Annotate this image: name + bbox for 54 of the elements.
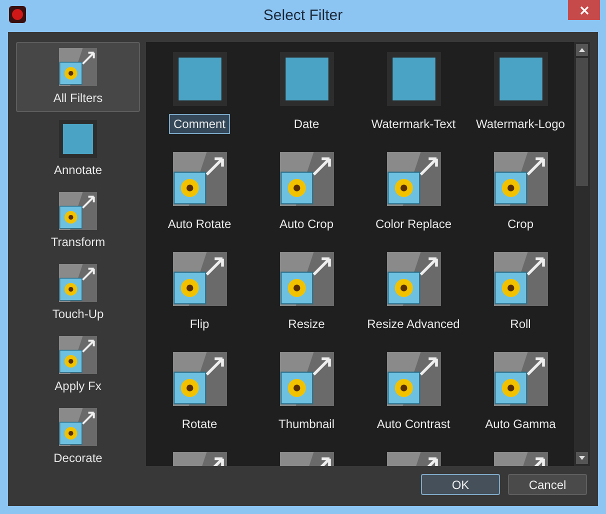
- tile-icon: [172, 52, 226, 106]
- scrollbar-thumb[interactable]: [576, 58, 588, 186]
- scroll-down-icon[interactable]: [576, 452, 588, 464]
- tile-icon: [59, 120, 97, 158]
- photo-tile-icon: [59, 264, 97, 302]
- filter-label[interactable]: Auto Gamma: [481, 414, 560, 434]
- category-item[interactable]: Annotate: [16, 114, 140, 184]
- filter-label[interactable]: Thumbnail: [274, 414, 339, 434]
- dialog-button[interactable]: OK: [421, 474, 500, 495]
- photo-tile-icon: [59, 336, 97, 374]
- filter-label[interactable]: Rotate: [178, 414, 222, 434]
- filter-label[interactable]: Resize Advanced: [363, 314, 464, 334]
- filter-label[interactable]: Color Replace: [371, 214, 456, 234]
- window-title: Select Filter: [263, 6, 343, 26]
- photo-tile-icon: [280, 352, 334, 406]
- filter-label[interactable]: Date: [290, 114, 324, 134]
- photo-tile-icon: [59, 192, 97, 230]
- tile-icon: [280, 52, 334, 106]
- filter-label[interactable]: Crop: [503, 214, 538, 234]
- filter-label[interactable]: Watermark-Text: [367, 114, 460, 134]
- photo-tile-icon: [172, 152, 226, 206]
- app-icon: [9, 6, 26, 23]
- filter-label[interactable]: Roll: [506, 314, 535, 334]
- scrollbar[interactable]: [574, 42, 590, 466]
- category-item[interactable]: Apply Fx: [16, 330, 140, 400]
- tile-icon: [386, 52, 440, 106]
- photo-tile-icon: [172, 252, 226, 306]
- close-icon: [580, 6, 588, 14]
- filter-label[interactable]: Auto Contrast: [372, 414, 454, 434]
- filter-label[interactable]: Watermark-Logo: [472, 114, 569, 134]
- tile-icon: [494, 52, 548, 106]
- category-item[interactable]: All Filters: [16, 42, 140, 112]
- filter-label[interactable]: Flip: [186, 314, 214, 334]
- photo-tile-icon: [280, 152, 334, 206]
- photo-tile-icon: [386, 152, 440, 206]
- photo-tile-icon: [280, 252, 334, 306]
- photo-tile-icon: [494, 152, 548, 206]
- category-item[interactable]: Decorate: [16, 402, 140, 466]
- filter-label[interactable]: Auto Crop: [275, 214, 338, 234]
- photo-tile-icon: [494, 352, 548, 406]
- photo-tile-icon: [172, 352, 226, 406]
- scroll-up-icon[interactable]: [576, 44, 588, 56]
- filter-label[interactable]: Auto Rotate: [164, 214, 236, 234]
- photo-tile-icon: [386, 352, 440, 406]
- photo-tile-icon: [59, 408, 97, 446]
- photo-tile-icon: [386, 252, 440, 306]
- photo-tile-icon: [494, 252, 548, 306]
- dialog-button[interactable]: Cancel: [508, 474, 587, 495]
- category-item[interactable]: Transform: [16, 186, 140, 256]
- photo-tile-icon: [59, 48, 97, 86]
- close-button[interactable]: [568, 0, 600, 20]
- filter-label[interactable]: Resize: [284, 314, 329, 334]
- filter-label[interactable]: Comment: [169, 114, 230, 134]
- category-item[interactable]: Touch-Up: [16, 258, 140, 328]
